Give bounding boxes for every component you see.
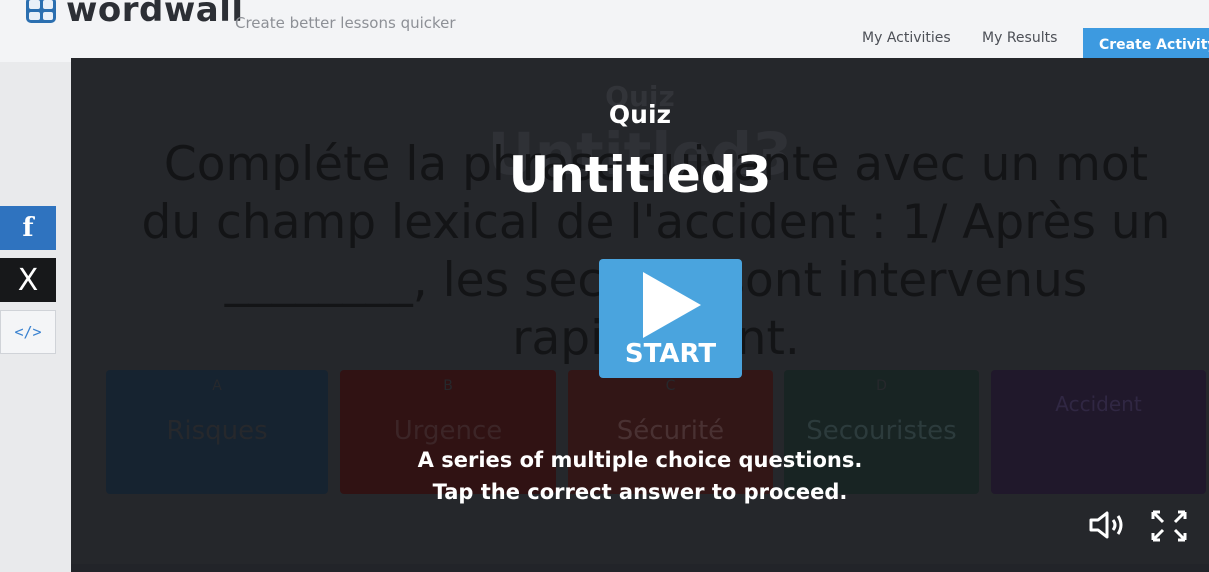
template-label: Quiz — [608, 100, 672, 129]
logo-icon — [26, 0, 56, 23]
facebook-share-button[interactable]: f — [0, 206, 56, 250]
play-icon — [643, 272, 701, 338]
x-icon: X — [17, 262, 39, 298]
fullscreen-icon[interactable] — [1149, 508, 1189, 551]
start-label: START — [624, 339, 717, 369]
embed-share-button[interactable]: </> — [0, 310, 56, 354]
create-activity-button[interactable]: Create Activity — [1083, 28, 1209, 62]
wordwall-logo[interactable]: wordwall — [26, 0, 244, 30]
embed-icon: </> — [14, 323, 42, 341]
start-button[interactable]: START — [599, 259, 742, 378]
game-panel: Quiz Untitled3 Compléte la phrase suivan… — [71, 58, 1209, 572]
logo-text: wordwall — [66, 0, 244, 30]
nav-my-activities[interactable]: My Activities — [862, 30, 951, 46]
x-share-button[interactable]: X — [0, 258, 56, 302]
nav-my-results[interactable]: My Results — [982, 30, 1057, 46]
game-bottom-bar — [71, 564, 1209, 572]
tagline: Create better lessons quicker — [235, 14, 456, 32]
facebook-icon: f — [22, 213, 34, 243]
description-line-1: A series of multiple choice questions. — [417, 448, 863, 472]
description-line-2: Tap the correct answer to proceed. — [432, 480, 848, 504]
activity-title: Untitled3 — [508, 146, 772, 204]
site-header: wordwall Create better lessons quicker M… — [0, 0, 1209, 62]
speaker-icon[interactable] — [1088, 508, 1128, 549]
